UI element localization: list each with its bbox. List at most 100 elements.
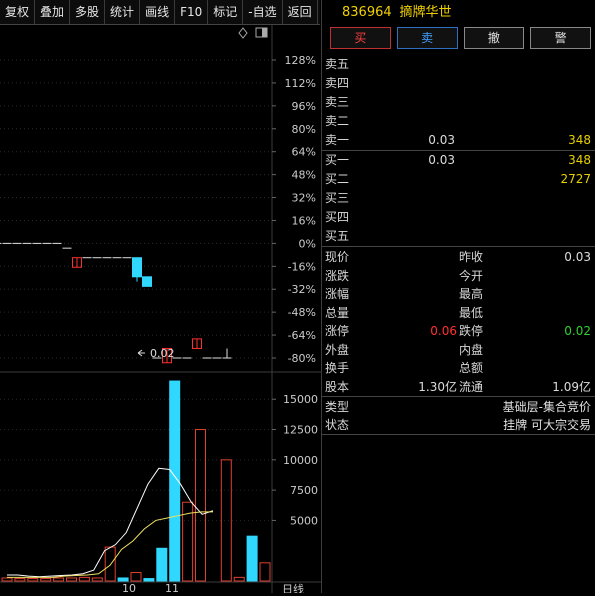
level-label: 卖一 (325, 133, 350, 147)
cancel-order-button[interactable]: 撤 (463, 27, 525, 49)
type-value: 基础层-集合竞价 (502, 400, 591, 414)
stat-label: 现价 (325, 250, 350, 264)
price-axis-label: 112% (285, 77, 316, 90)
sell-orderbook: 卖五 卖四 卖三 卖二 卖一 0.03 348 (322, 55, 595, 150)
price-axis-label: -80% (288, 352, 316, 365)
stock-code: 836964 (342, 5, 392, 20)
stat-label: 总额 (459, 361, 484, 375)
volume-axis-label: 5000 (290, 514, 318, 527)
stock-header: 836964 摘牌华世 (322, 0, 595, 24)
stat-row: 股本 1.30亿 流通 1.09亿 (322, 378, 595, 397)
toolbar-multi-stock-button[interactable]: 多股 (70, 0, 106, 24)
toolbar-mark-button[interactable]: 标记 (208, 0, 244, 24)
chart-toolbar: 复权 叠加 多股 统计 画线 F10 标记 -自选 返回 (0, 0, 320, 25)
stat-label: 总量 (325, 305, 350, 320)
toolbar-f10-button[interactable]: F10 (175, 0, 209, 24)
price-axis-label: 128% (285, 54, 316, 67)
level-volume: 2727 (560, 172, 591, 186)
stat-label: 外盘 (325, 342, 350, 357)
level-volume: 348 (568, 153, 591, 167)
stat-label: 涨跌 (325, 268, 350, 283)
level-label: 买三 (325, 191, 350, 205)
min-price-label: 0.02 (150, 347, 175, 360)
volume-axis-label: 15000 (283, 393, 318, 406)
candle-body (142, 276, 152, 287)
stat-label: 涨幅 (325, 287, 350, 301)
level-label: 卖三 (325, 95, 350, 109)
sell-level-1: 卖一 0.03 348 (322, 131, 595, 150)
buy-level-5: 买五 (322, 227, 595, 246)
level-label: 买四 (325, 210, 350, 224)
stat-label: 昨收 (459, 250, 484, 264)
stat-label: 换手 (325, 361, 350, 375)
level-label: 买一 (325, 153, 350, 167)
buy-level-2: 买二 2727 (322, 170, 595, 189)
buy-orderbook: 买一 0.03 348 买二 2727 买三 买四 买五 (322, 151, 595, 246)
trade-button-row: 买 卖 撤 警 (322, 24, 595, 53)
toolbar-fuquan-button[interactable]: 复权 (0, 0, 36, 24)
volume-bar (246, 535, 258, 582)
sell-level-4: 卖四 (322, 74, 595, 93)
toolbar-draw-line-button[interactable]: 画线 (140, 0, 176, 24)
kline-chart[interactable]: 128% 112% 96% 80% 64% 48% 32% 16% 0% -16% -32% -48%… (0, 25, 321, 596)
chart-area[interactable]: 128% 112% 96% 80% 64% 48% 32% 16% 0% -16% -32% -48%… (0, 25, 321, 596)
volume-axis-label: 7500 (290, 484, 318, 497)
type-info: 类型 基础层-集合竞价 状态 挂牌 可大宗交易 (322, 397, 595, 434)
buy-level-1: 买一 0.03 348 (322, 151, 595, 170)
volume-bar (104, 546, 116, 582)
type-label: 类型 (325, 400, 350, 414)
stat-label: 股本 (325, 379, 350, 394)
stat-row: 总量 最低 (322, 304, 595, 323)
volume-axis-label: 12500 (283, 424, 318, 437)
price-axis-label: 64% (292, 146, 316, 159)
stat-label: 跌停 (459, 324, 484, 338)
period-label[interactable]: 日线 (282, 582, 304, 596)
stat-row: 涨跌 今开 (322, 267, 595, 286)
price-axis-label: -32% (288, 283, 316, 296)
volume-bar (78, 576, 90, 582)
level-price: 0.03 (428, 153, 455, 167)
volume-bar (53, 577, 65, 582)
sell-button[interactable]: 卖 (396, 27, 458, 49)
buy-level-3: 买三 (322, 189, 595, 208)
status-row: 状态 挂牌 可大宗交易 (322, 416, 595, 434)
stat-label: 最高 (459, 287, 484, 301)
stock-name: 摘牌华世 (399, 5, 452, 20)
price-axis-label: 80% (292, 123, 316, 136)
volume-bar (66, 577, 77, 582)
sell-level-2: 卖二 (322, 112, 595, 131)
price-axis-label: 32% (292, 192, 316, 205)
stat-label: 今开 (459, 268, 484, 283)
volume-bar (156, 547, 168, 582)
toolbar-stats-button[interactable]: 统计 (105, 0, 141, 24)
buy-level-4: 买四 (322, 208, 595, 227)
toolbar-remove-watchlist-button[interactable]: -自选 (243, 0, 283, 24)
level-volume: 348 (568, 133, 591, 147)
level-label: 买二 (325, 172, 350, 186)
buy-button[interactable]: 买 (330, 27, 391, 49)
volume-bar (130, 572, 142, 582)
quote-stats: 现价 昨收 0.03 涨跌 今开 涨幅 最高 总量 最低 涨停 0.06 跌停 0.02 外盘 内… (322, 247, 595, 396)
price-axis-label: -64% (288, 329, 316, 342)
level-label: 卖四 (325, 76, 350, 90)
volume-bar (1, 577, 13, 582)
volume-bar (143, 578, 155, 582)
diamond-icon[interactable] (238, 27, 248, 39)
volume-bar (259, 562, 271, 582)
volume-axis-label: 10000 (283, 454, 318, 467)
date-label-10: 10 (122, 582, 136, 593)
window-icon[interactable] (255, 27, 268, 38)
level-label: 卖二 (325, 114, 350, 128)
volume-bar (91, 577, 103, 582)
toolbar-overlay-button[interactable]: 叠加 (35, 0, 71, 24)
status-value: 挂牌 可大宗交易 (503, 418, 591, 432)
price-axis-label: -48% (288, 306, 316, 319)
stat-label: 涨停 (325, 324, 350, 338)
stat-row: 涨停 0.06 跌停 0.02 (322, 322, 595, 341)
alert-button[interactable]: 警 (530, 27, 591, 49)
limit-down-value: 0.02 (564, 324, 591, 338)
toolbar-back-button[interactable]: 返回 (283, 0, 318, 24)
volume-bar (220, 459, 232, 582)
volume-bar (233, 576, 245, 582)
volume-bar (14, 578, 26, 582)
